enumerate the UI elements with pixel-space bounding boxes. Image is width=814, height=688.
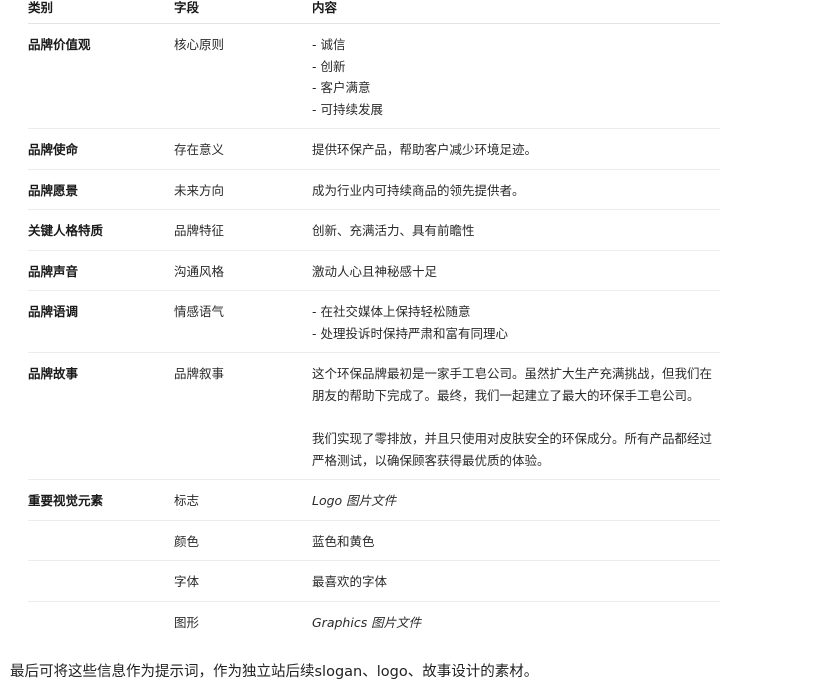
row-category: 品牌故事: [28, 352, 174, 480]
row-field: 存在意义: [174, 128, 312, 170]
row-field: 标志: [174, 479, 312, 521]
table-row: 关键人格特质 品牌特征 创新、充满活力、具有前瞻性: [28, 209, 720, 251]
content-line: - 在社交媒体上保持轻松随意: [312, 304, 471, 319]
content-line: - 诚信: [312, 37, 346, 52]
content-line: - 创新: [312, 58, 346, 74]
row-category: [28, 560, 174, 602]
row-content: 创新、充满活力、具有前瞻性: [312, 209, 720, 251]
row-content: 这个环保品牌最初是一家手工皂公司。虽然扩大生产充满挑战，但我们在 朋友的帮助下完…: [312, 352, 720, 480]
content-line: 成为行业内可持续商品的领先提供者。: [312, 182, 525, 198]
content-line: 提供环保产品，帮助客户减少环境足迹。: [312, 142, 538, 157]
row-category: 品牌使命: [28, 128, 174, 170]
content-line: 严格测试，以确保顾客获得最优质的体验。: [312, 452, 550, 468]
row-content: - 诚信 - 创新 - 客户满意 - 可持续发展: [312, 23, 720, 129]
content-line: 激动人心且神秘感十足: [312, 263, 438, 279]
header-content: 内容: [312, 0, 720, 24]
row-field: 颜色: [174, 520, 312, 561]
content-line: 最喜欢的字体: [312, 574, 388, 589]
table-row: 颜色 蓝色和黄色: [28, 520, 720, 561]
content-line: - 可持续发展: [312, 101, 383, 117]
footer-note: 最后可将这些信息作为提示词，作为独立站后续slogan、logo、故事设计的素材…: [10, 664, 539, 680]
row-field: 品牌叙事: [174, 352, 312, 480]
row-category: [28, 601, 174, 641]
table-row: 图形 Graphics 图片文件: [28, 601, 720, 641]
row-field: 图形: [174, 614, 200, 630]
row-field: 核心原则: [174, 23, 312, 129]
content-line: - 客户满意: [312, 80, 371, 95]
table-row: 品牌故事 品牌叙事 这个环保品牌最初是一家手工皂公司。虽然扩大生产充满挑战，但我…: [28, 352, 720, 480]
header-field: 字段: [174, 0, 312, 24]
content-line: Logo 图片文件: [312, 493, 397, 508]
table-row: 品牌愿景 未来方向 成为行业内可持续商品的领先提供者。: [28, 169, 720, 210]
row-field: 未来方向: [174, 169, 312, 210]
row-content: 提供环保产品，帮助客户减少环境足迹。: [312, 128, 720, 170]
content-line: 创新、充满活力、具有前瞻性: [312, 223, 475, 238]
row-content: Logo 图片文件: [312, 479, 720, 521]
row-category: 重要视觉元素: [28, 479, 174, 521]
row-content: Graphics 图片文件: [312, 601, 720, 641]
header-category: 类别: [28, 0, 174, 24]
row-field: 品牌特征: [174, 209, 312, 251]
table-row: 字体 最喜欢的字体: [28, 560, 720, 602]
table-row: 品牌使命 存在意义 提供环保产品，帮助客户减少环境足迹。: [28, 128, 720, 170]
row-category: 关键人格特质: [28, 209, 174, 251]
content-line: - 处理投诉时保持严肃和富有同理心: [312, 325, 508, 341]
row-category: 品牌声音: [28, 250, 174, 291]
content-line: 蓝色和黄色: [312, 533, 375, 549]
table-row: 品牌声音 沟通风格 激动人心且神秘感十足: [28, 250, 720, 291]
table-header-row: 类别 字段 内容: [28, 0, 720, 24]
row-field: 情感语气: [174, 290, 312, 353]
row-content: 蓝色和黄色: [312, 520, 720, 561]
row-field: 字体: [174, 560, 312, 602]
row-content: - 在社交媒体上保持轻松随意 - 处理投诉时保持严肃和富有同理心: [312, 290, 720, 353]
brand-info-table-wrap: 类别 字段 内容 品牌价值观 核心原则 - 诚信 - 创新 - 客户满意 - 可…: [28, 0, 720, 641]
row-content: 激动人心且神秘感十足: [312, 250, 720, 291]
row-content: 最喜欢的字体: [312, 560, 720, 602]
brand-info-table: 类别 字段 内容 品牌价值观 核心原则 - 诚信 - 创新 - 客户满意 - 可…: [28, 0, 720, 641]
content-line: 这个环保品牌最初是一家手工皂公司。虽然扩大生产充满挑战，但我们在: [312, 366, 713, 381]
content-line: 朋友的帮助下完成了。最终，我们一起建立了最大的环保手工皂公司。: [312, 387, 700, 403]
row-category: 品牌语调: [28, 290, 174, 353]
row-category: [28, 520, 174, 561]
content-line: 我们实现了零排放，并且只使用对皮肤安全的环保成分。所有产品都经过: [312, 431, 713, 446]
row-category: 品牌愿景: [28, 169, 174, 210]
row-content: 成为行业内可持续商品的领先提供者。: [312, 169, 720, 210]
row-field: 沟通风格: [174, 250, 312, 291]
table-row: 品牌价值观 核心原则 - 诚信 - 创新 - 客户满意 - 可持续发展: [28, 23, 720, 129]
table-row: 重要视觉元素 标志 Logo 图片文件: [28, 479, 720, 521]
row-category: 品牌价值观: [28, 23, 174, 129]
table-row: 品牌语调 情感语气 - 在社交媒体上保持轻松随意 - 处理投诉时保持严肃和富有同…: [28, 290, 720, 353]
content-line: Graphics 图片文件: [312, 614, 422, 630]
